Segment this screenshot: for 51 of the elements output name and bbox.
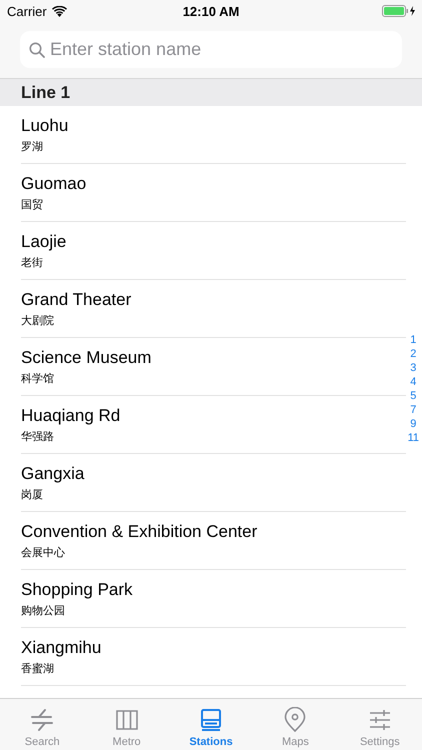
tab[interactable]: Stations	[168, 699, 254, 750]
location-pin-icon	[282, 707, 308, 733]
index-item[interactable]: 2	[410, 347, 416, 361]
carrier-label: Carrier	[7, 4, 47, 18]
station-chinese-name: 香蜜湖	[21, 662, 55, 676]
station-chinese-name: 老街	[21, 256, 44, 270]
station-row[interactable]: Laojie 老街	[21, 222, 406, 280]
station-chinese-name: 岗厦	[21, 488, 44, 502]
station-name: Science Museum	[21, 348, 152, 368]
wifi-icon	[52, 6, 67, 16]
station-chinese-name: 会展中心	[21, 546, 66, 560]
station-name: Luohu	[21, 116, 70, 136]
index-item[interactable]: 11	[408, 431, 419, 445]
station-name: Shopping Park	[21, 580, 134, 600]
tab[interactable]: Metro	[84, 699, 169, 750]
station-chinese-name: 购物公园	[21, 604, 66, 618]
station-name: Laojie	[21, 232, 68, 252]
section-title: Line 1	[21, 82, 70, 102]
tab[interactable]: Settings	[338, 699, 422, 750]
index-item[interactable]: 9	[410, 417, 416, 431]
station-chinese-name: 华强路	[21, 430, 55, 444]
station-row[interactable]: Xiangmihu 香蜜湖	[21, 628, 406, 686]
tab[interactable]: Maps	[253, 699, 338, 750]
map-icon	[114, 707, 140, 733]
time-label: 12:10 AM	[182, 4, 240, 18]
station-name: Huaqiang Rd	[21, 406, 122, 426]
station-name: Grand Theater	[21, 290, 132, 310]
tab[interactable]: Search	[0, 699, 84, 750]
station-row[interactable]: Shopping Park 购物公园	[21, 570, 406, 628]
index-item[interactable]: 3	[410, 361, 416, 375]
battery-icon	[382, 5, 416, 17]
index-item[interactable]: 4	[410, 375, 416, 389]
station-row[interactable]: Grand Theater 大剧院	[21, 280, 406, 338]
search-field[interactable]: Enter station name	[20, 31, 402, 68]
station-name: Guomao	[21, 174, 88, 194]
station-row[interactable]: Huaqiang Rd 华强路	[21, 396, 406, 454]
station-name: Convention & Exhibition Center	[21, 522, 258, 542]
station-row[interactable]: Luohu 罗湖	[21, 106, 406, 164]
station-chinese-name: 大剧院	[21, 314, 55, 328]
station-row[interactable]: Gangxia 岗厦	[21, 454, 406, 512]
station-name: Xiangmihu	[21, 638, 102, 658]
index-item[interactable]: 7	[410, 403, 416, 417]
station-chinese-name: 科学馆	[21, 372, 55, 386]
station-chinese-name: 罗湖	[21, 140, 44, 154]
station-chinese-name: 国贸	[21, 198, 44, 212]
station-name: Gangxia	[21, 464, 86, 484]
station-row[interactable]: Convention & Exhibition Center 会展中心	[21, 512, 406, 570]
station-row[interactable]: Science Museum 科学馆	[21, 338, 406, 396]
index-item[interactable]: 1	[410, 333, 416, 347]
station-row[interactable]: Guomao 国贸	[21, 164, 406, 222]
index-item[interactable]: 5	[410, 389, 416, 403]
